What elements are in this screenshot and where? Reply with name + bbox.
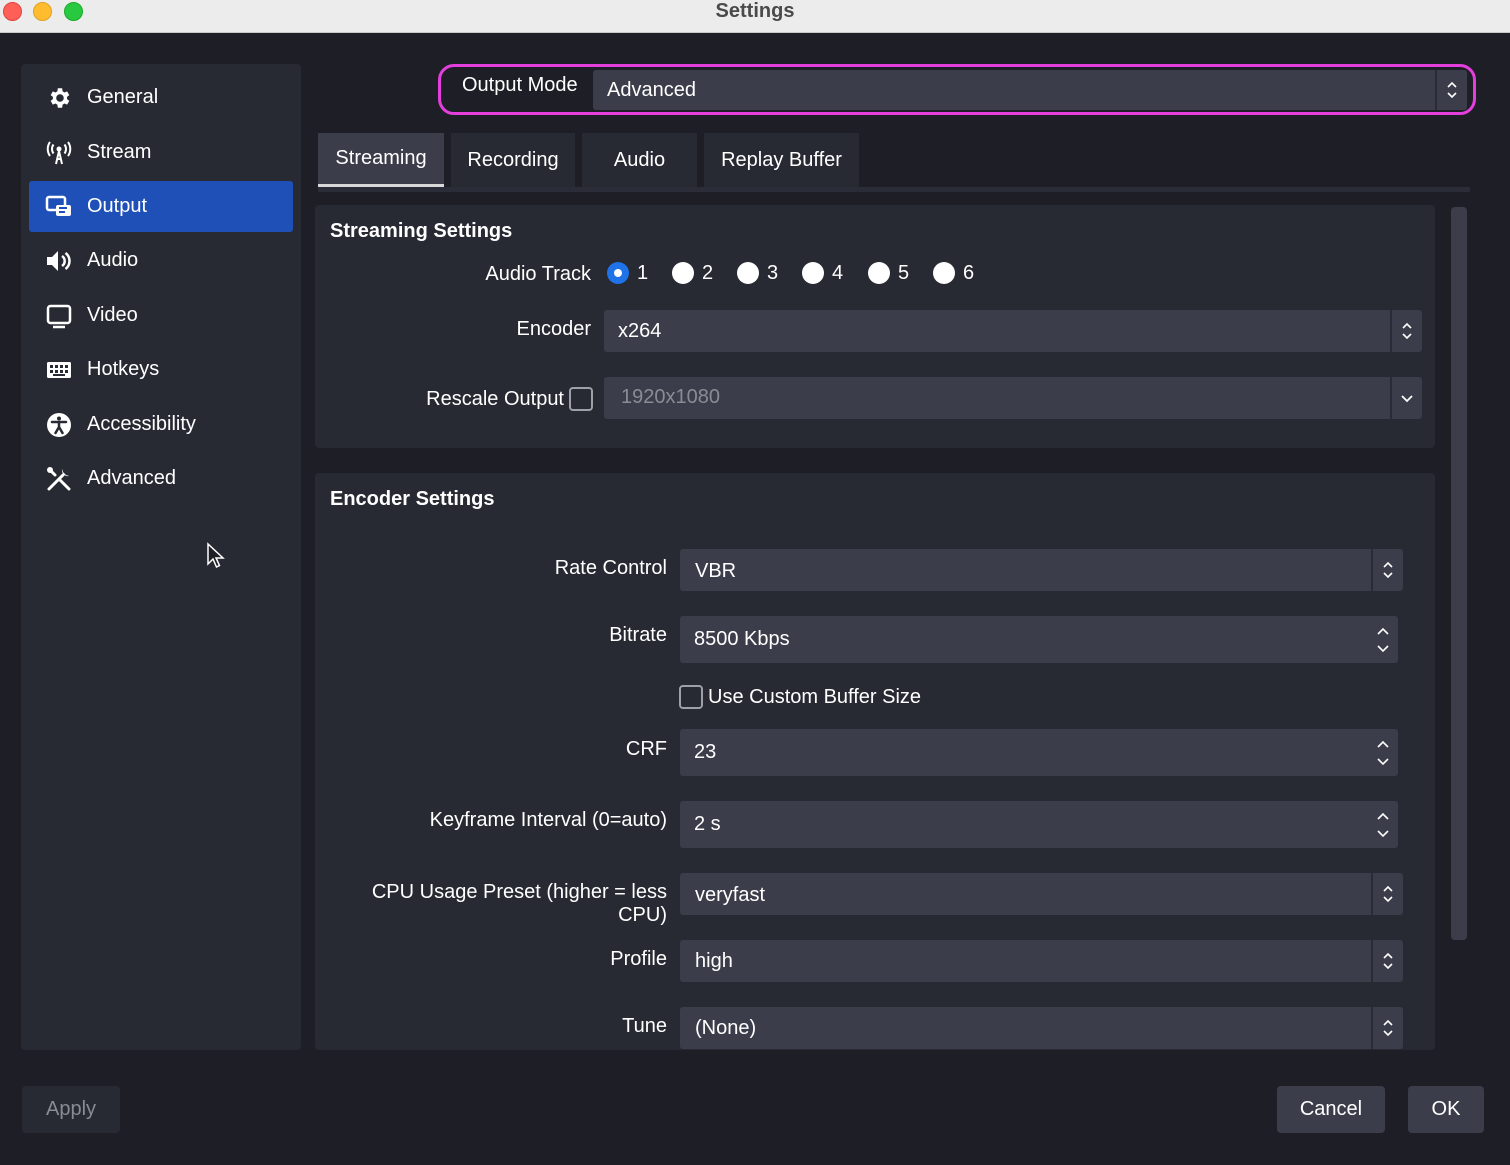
keyboard-icon — [44, 355, 74, 385]
custom-buffer-label: Use Custom Buffer Size — [708, 686, 922, 708]
profile-select[interactable]: high — [680, 940, 1403, 982]
tune-value: (None) — [695, 1017, 757, 1039]
sidebar-item-accessibility[interactable]: Accessibility — [29, 399, 293, 450]
keyframe-interval-spinbox[interactable]: 2 s — [680, 801, 1398, 848]
spin-arrows-icon[interactable] — [1376, 616, 1390, 663]
audio-track-radio-6[interactable] — [933, 262, 955, 284]
bitrate-label: Bitrate — [609, 624, 667, 646]
encoder-label: Encoder — [516, 318, 592, 340]
crf-value: 23 — [694, 741, 717, 763]
audio-track-radio-4[interactable] — [802, 262, 824, 284]
tab-replay-buffer[interactable]: Replay Buffer — [704, 133, 859, 187]
output-icon — [44, 192, 74, 222]
profile-value: high — [695, 950, 733, 972]
audio-track-radio-label: 2 — [702, 262, 714, 284]
rescale-resolution-value: 1920x1080 — [621, 386, 720, 408]
sidebar-item-audio[interactable]: Audio — [29, 235, 293, 286]
sidebar-item-label: Stream — [87, 141, 152, 163]
chevron-down-icon — [1390, 377, 1422, 419]
settings-sidebar: General Stream Output Audio Video Hotkey… — [21, 64, 301, 1050]
bitrate-value: 8500 Kbps — [694, 628, 790, 650]
tab-audio[interactable]: Audio — [582, 133, 697, 187]
ok-button[interactable]: OK — [1408, 1086, 1484, 1133]
sidebar-item-output[interactable]: Output — [29, 181, 293, 232]
cpu-usage-preset-label: CPU Usage Preset (higher = less CPU) — [371, 881, 667, 926]
audio-track-radio-label: 3 — [767, 262, 779, 284]
encoder-settings-title: Encoder Settings — [330, 488, 495, 510]
output-mode-label: Output Mode — [462, 74, 578, 96]
rescale-resolution-select: 1920x1080 — [604, 377, 1422, 419]
audio-track-radio-label: 1 — [637, 262, 649, 284]
antenna-icon — [44, 138, 74, 168]
sidebar-item-label: General — [87, 86, 159, 108]
updown-chevron-icon — [1371, 873, 1403, 915]
sidebar-item-label: Output — [87, 195, 148, 217]
bitrate-spinbox[interactable]: 8500 Kbps — [680, 616, 1398, 663]
rescale-output-label: Rescale Output — [426, 388, 564, 410]
audio-track-radio-3[interactable] — [737, 262, 759, 284]
crf-spinbox[interactable]: 23 — [680, 729, 1398, 776]
audio-track-label: Audio Track — [485, 263, 591, 285]
sidebar-item-advanced[interactable]: Advanced — [29, 453, 293, 504]
audio-track-radio-label: 4 — [832, 262, 844, 284]
sidebar-item-label: Video — [87, 304, 138, 326]
output-mode-value: Advanced — [607, 79, 696, 101]
updown-chevron-icon — [1390, 310, 1422, 352]
rate-control-value: VBR — [695, 560, 737, 582]
updown-chevron-icon — [1435, 70, 1467, 110]
audio-track-radio-label: 5 — [898, 262, 910, 284]
updown-chevron-icon — [1371, 940, 1403, 982]
sidebar-item-label: Audio — [87, 249, 139, 271]
mouse-cursor-icon — [206, 542, 226, 575]
sidebar-item-hotkeys[interactable]: Hotkeys — [29, 344, 293, 395]
crf-label: CRF — [625, 738, 667, 760]
tab-bar-underline — [318, 187, 1470, 192]
cpu-usage-preset-value: veryfast — [695, 884, 766, 906]
tab-recording[interactable]: Recording — [451, 133, 575, 187]
settings-scrollbar[interactable] — [1451, 207, 1467, 940]
updown-chevron-icon — [1371, 549, 1403, 591]
tune-select[interactable]: (None) — [680, 1007, 1403, 1049]
apply-button[interactable]: Apply — [22, 1086, 120, 1133]
tab-streaming[interactable]: Streaming — [318, 133, 444, 187]
spin-arrows-icon[interactable] — [1376, 729, 1390, 776]
accessibility-icon — [44, 410, 74, 440]
sidebar-item-label: Advanced — [87, 467, 176, 489]
title-bar: Settings — [0, 0, 1510, 33]
window-title: Settings — [715, 0, 795, 22]
audio-track-radio-label: 6 — [963, 262, 975, 284]
sidebar-item-stream[interactable]: Stream — [29, 127, 293, 178]
custom-buffer-checkbox[interactable] — [679, 685, 703, 709]
speaker-icon — [44, 246, 74, 276]
encoder-value: x264 — [618, 320, 662, 342]
streaming-settings-title: Streaming Settings — [330, 220, 513, 242]
sidebar-item-label: Hotkeys — [87, 358, 160, 380]
monitor-icon — [44, 301, 74, 331]
cancel-button[interactable]: Cancel — [1277, 1086, 1385, 1133]
audio-track-radio-2[interactable] — [672, 262, 694, 284]
updown-chevron-icon — [1371, 1007, 1403, 1049]
audio-track-radio-5[interactable] — [868, 262, 890, 284]
keyframe-interval-value: 2 s — [694, 813, 721, 835]
gear-icon — [44, 83, 74, 113]
cpu-usage-preset-select[interactable]: veryfast — [680, 873, 1403, 915]
sidebar-item-video[interactable]: Video — [29, 290, 293, 341]
encoder-select[interactable]: x264 — [604, 310, 1422, 352]
rate-control-select[interactable]: VBR — [680, 549, 1403, 591]
sidebar-item-label: Accessibility — [87, 413, 196, 435]
tools-icon — [44, 464, 74, 494]
spin-arrows-icon[interactable] — [1376, 801, 1390, 848]
rate-control-label: Rate Control — [554, 557, 667, 579]
rescale-output-checkbox[interactable] — [569, 387, 593, 411]
tune-label: Tune — [622, 1015, 667, 1037]
keyframe-interval-label: Keyframe Interval (0=auto) — [429, 809, 667, 831]
output-mode-select[interactable]: Advanced — [593, 70, 1467, 110]
sidebar-item-general[interactable]: General — [29, 72, 293, 123]
profile-label: Profile — [610, 948, 667, 970]
audio-track-radio-1[interactable] — [607, 262, 629, 284]
